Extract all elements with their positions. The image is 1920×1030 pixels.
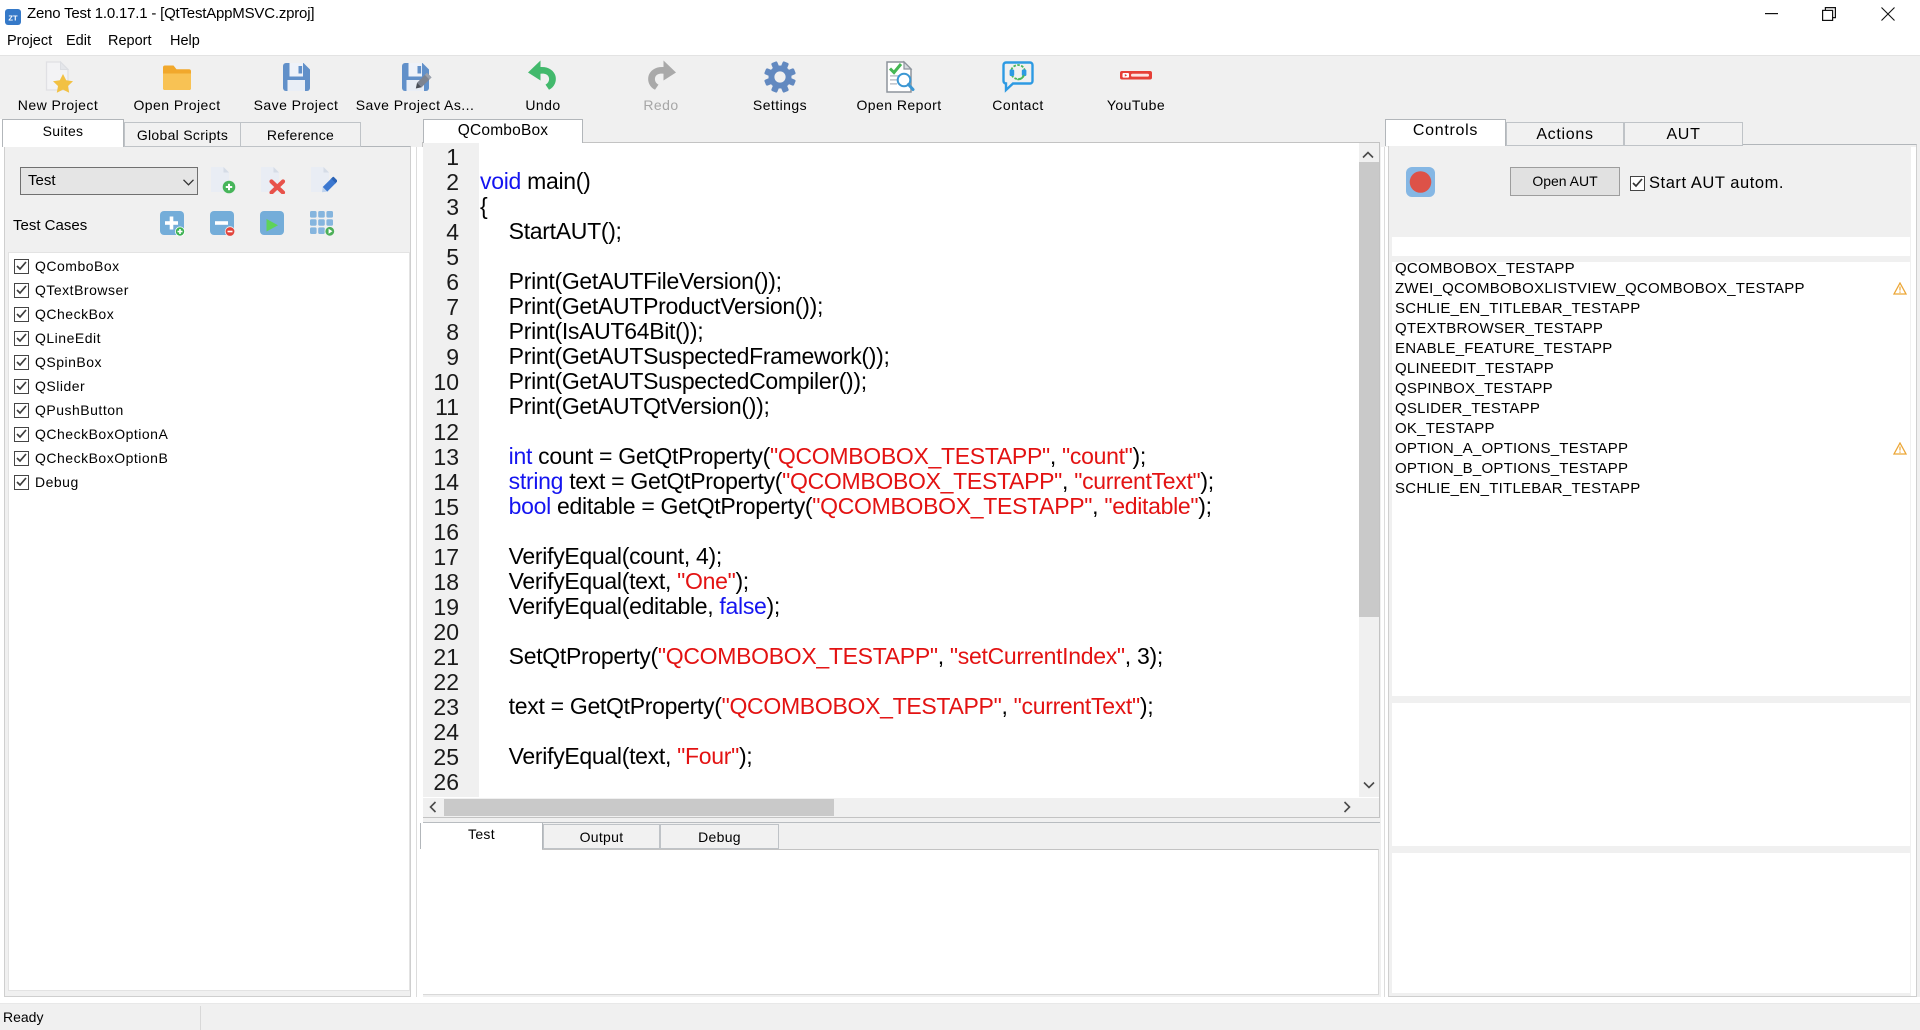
svg-text:ZT: ZT <box>8 14 18 23</box>
